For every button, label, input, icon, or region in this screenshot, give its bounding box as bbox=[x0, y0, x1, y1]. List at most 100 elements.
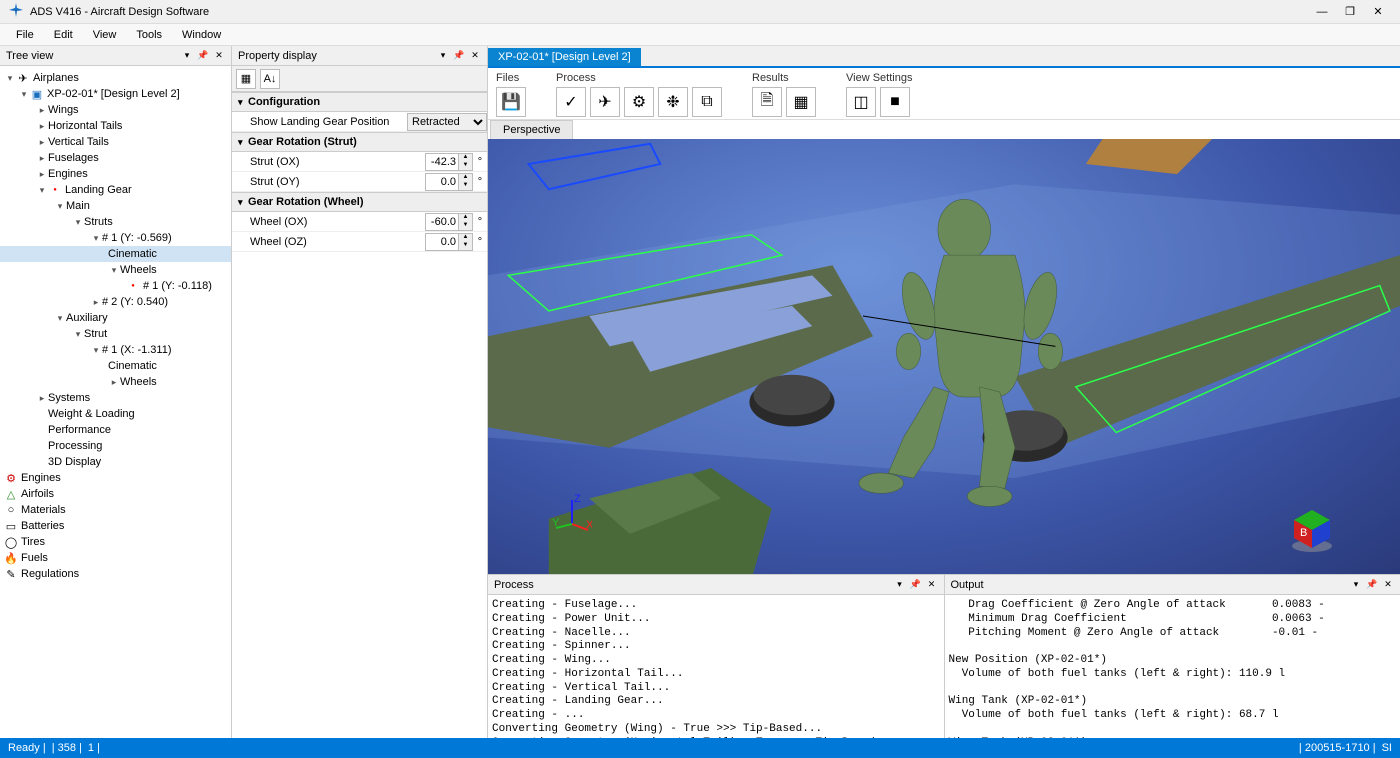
window-title: ADS V416 - Aircraft Design Software bbox=[30, 6, 1308, 18]
tree-landing-gear[interactable]: ▾●Landing Gear bbox=[0, 182, 231, 198]
panel-dropdown-icon[interactable]: ▾ bbox=[437, 50, 449, 62]
perspective-tab[interactable]: Perspective bbox=[490, 120, 573, 139]
categorize-icon[interactable]: ▦ bbox=[236, 69, 256, 89]
spin-down-icon[interactable]: ▼ bbox=[459, 242, 472, 250]
spin-up-icon[interactable]: ▲ bbox=[459, 154, 472, 162]
menu-window[interactable]: Window bbox=[172, 27, 231, 43]
solid-icon[interactable]: ■ bbox=[880, 87, 910, 117]
tree-aux-wheels[interactable]: ▸Wheels bbox=[0, 374, 231, 390]
axis-gizmo[interactable]: Z X Y bbox=[552, 494, 592, 534]
tree-extra[interactable]: ▭Batteries bbox=[0, 518, 231, 534]
output-log[interactable]: Drag Coefficient @ Zero Angle of attack … bbox=[945, 595, 1400, 738]
tree-item[interactable]: ▸Vertical Tails bbox=[0, 134, 231, 150]
tree-struts[interactable]: ▾Struts bbox=[0, 214, 231, 230]
tree-item[interactable]: 3D Display bbox=[0, 454, 231, 470]
document-tab[interactable]: XP-02-01* [Design Level 2] bbox=[488, 48, 641, 66]
landing-gear-select[interactable]: Retracted bbox=[408, 114, 486, 130]
panel-pin-icon[interactable]: 📌 bbox=[453, 50, 465, 62]
panel-close-icon[interactable]: ✕ bbox=[213, 50, 225, 62]
menu-file[interactable]: File bbox=[6, 27, 44, 43]
prop-group-label: Gear Rotation (Strut) bbox=[248, 136, 357, 148]
strut-ox-input[interactable] bbox=[426, 154, 458, 170]
tree-item[interactable]: Performance bbox=[0, 422, 231, 438]
tree-aux-cinematic[interactable]: Cinematic bbox=[0, 358, 231, 374]
layers-icon[interactable]: ⧉ bbox=[692, 87, 722, 117]
gear-icon[interactable]: ⚙ bbox=[624, 87, 654, 117]
tree-wheel1[interactable]: ●# 1 (Y: -0.118) bbox=[0, 278, 231, 294]
panel-close-icon[interactable]: ✕ bbox=[469, 50, 481, 62]
spin-down-icon[interactable]: ▼ bbox=[459, 182, 472, 190]
panel-dropdown-icon[interactable]: ▾ bbox=[181, 50, 193, 62]
wheel-ox-input[interactable] bbox=[426, 214, 458, 230]
menu-view[interactable]: View bbox=[83, 27, 127, 43]
design-icon: ▣ bbox=[30, 88, 44, 101]
spin-down-icon[interactable]: ▼ bbox=[459, 222, 472, 230]
tree-item[interactable]: Weight & Loading bbox=[0, 406, 231, 422]
prop-label: Strut (OY) bbox=[232, 176, 425, 188]
panel-dropdown-icon[interactable]: ▾ bbox=[1350, 579, 1362, 591]
tree-body[interactable]: ▾✈Airplanes ▾▣XP-02-01* [Design Level 2]… bbox=[0, 66, 231, 738]
tree-item[interactable]: ▸Systems bbox=[0, 390, 231, 406]
spin-up-icon[interactable]: ▲ bbox=[459, 214, 472, 222]
tree-extra[interactable]: ⚙Engines bbox=[0, 470, 231, 486]
spin-up-icon[interactable]: ▲ bbox=[459, 174, 472, 182]
panel-close-icon[interactable]: ✕ bbox=[926, 579, 938, 591]
tree-aux-strut1[interactable]: ▾# 1 (X: -1.311) bbox=[0, 342, 231, 358]
spin-up-icon[interactable]: ▲ bbox=[459, 234, 472, 242]
prop-label: Wheel (OZ) bbox=[232, 236, 425, 248]
wireframe-icon[interactable]: ◫ bbox=[846, 87, 876, 117]
panel-pin-icon[interactable]: 📌 bbox=[197, 50, 209, 62]
output-title: Output bbox=[951, 579, 1347, 591]
tree-extra[interactable]: 🔥Fuels bbox=[0, 550, 231, 566]
tree-strut1[interactable]: ▾# 1 (Y: -0.569) bbox=[0, 230, 231, 246]
regulation-icon: ✎ bbox=[4, 568, 18, 581]
menu-edit[interactable]: Edit bbox=[44, 27, 83, 43]
tree-item[interactable]: ▸Horizontal Tails bbox=[0, 118, 231, 134]
viewport-toolbar: Files 💾 Process ✓ ✈ ⚙ ❉ ⧉ Results 🗎 bbox=[488, 68, 1400, 120]
wheel-oz-input[interactable] bbox=[426, 234, 458, 250]
check-icon[interactable]: ✓ bbox=[556, 87, 586, 117]
tree-extra[interactable]: ✎Regulations bbox=[0, 566, 231, 582]
tree-aux-strut[interactable]: ▾Strut bbox=[0, 326, 231, 342]
tree-strut2[interactable]: ▸# 2 (Y: 0.540) bbox=[0, 294, 231, 310]
tree-item[interactable]: ▸Wings bbox=[0, 102, 231, 118]
tree-extra[interactable]: ○Materials bbox=[0, 502, 231, 518]
tree-root[interactable]: ▾✈Airplanes bbox=[0, 70, 231, 86]
panel-pin-icon[interactable]: 📌 bbox=[910, 579, 922, 591]
tree-cinematic[interactable]: Cinematic bbox=[0, 246, 231, 262]
strut-oy-input[interactable] bbox=[426, 174, 458, 190]
panel-pin-icon[interactable]: 📌 bbox=[1366, 579, 1378, 591]
mesh-icon[interactable]: ❉ bbox=[658, 87, 688, 117]
sort-icon[interactable]: A↓ bbox=[260, 69, 280, 89]
prop-label: Show Landing Gear Position bbox=[232, 116, 407, 128]
spin-down-icon[interactable]: ▼ bbox=[459, 162, 472, 170]
save-icon[interactable]: 💾 bbox=[496, 87, 526, 117]
fuel-icon: 🔥 bbox=[4, 552, 18, 565]
tree-wheels[interactable]: ▾Wheels bbox=[0, 262, 231, 278]
tree-main[interactable]: ▾Main bbox=[0, 198, 231, 214]
status-count: | 358 | bbox=[52, 742, 82, 754]
scene-svg bbox=[488, 139, 1400, 574]
tree-view-panel: Tree view ▾ 📌 ✕ ▾✈Airplanes ▾▣XP-02-01* … bbox=[0, 46, 232, 738]
plane-icon[interactable]: ✈ bbox=[590, 87, 620, 117]
process-log[interactable]: Creating - Fuselage... Creating - Power … bbox=[488, 595, 944, 738]
report-icon[interactable]: 🗎 bbox=[752, 87, 782, 117]
close-button[interactable]: ✕ bbox=[1364, 5, 1392, 18]
prop-group-label: Configuration bbox=[248, 96, 320, 108]
tree-item[interactable]: Processing bbox=[0, 438, 231, 454]
minimize-button[interactable]: — bbox=[1308, 6, 1336, 18]
grid-icon[interactable]: ▦ bbox=[786, 87, 816, 117]
panel-dropdown-icon[interactable]: ▾ bbox=[894, 579, 906, 591]
tree-extra[interactable]: ◯Tires bbox=[0, 534, 231, 550]
tree-item[interactable]: ▸Fuselages bbox=[0, 150, 231, 166]
status-sel: 1 | bbox=[88, 742, 100, 754]
tree-aux[interactable]: ▾Auxiliary bbox=[0, 310, 231, 326]
menu-tools[interactable]: Tools bbox=[126, 27, 172, 43]
maximize-button[interactable]: ❐ bbox=[1336, 5, 1364, 18]
tree-extra[interactable]: △Airfoils bbox=[0, 486, 231, 502]
3d-viewport[interactable]: Z X Y B bbox=[488, 139, 1400, 574]
view-cube[interactable]: B bbox=[1288, 506, 1336, 554]
tree-item[interactable]: ▸Engines bbox=[0, 166, 231, 182]
tree-design[interactable]: ▾▣XP-02-01* [Design Level 2] bbox=[0, 86, 231, 102]
panel-close-icon[interactable]: ✕ bbox=[1382, 579, 1394, 591]
